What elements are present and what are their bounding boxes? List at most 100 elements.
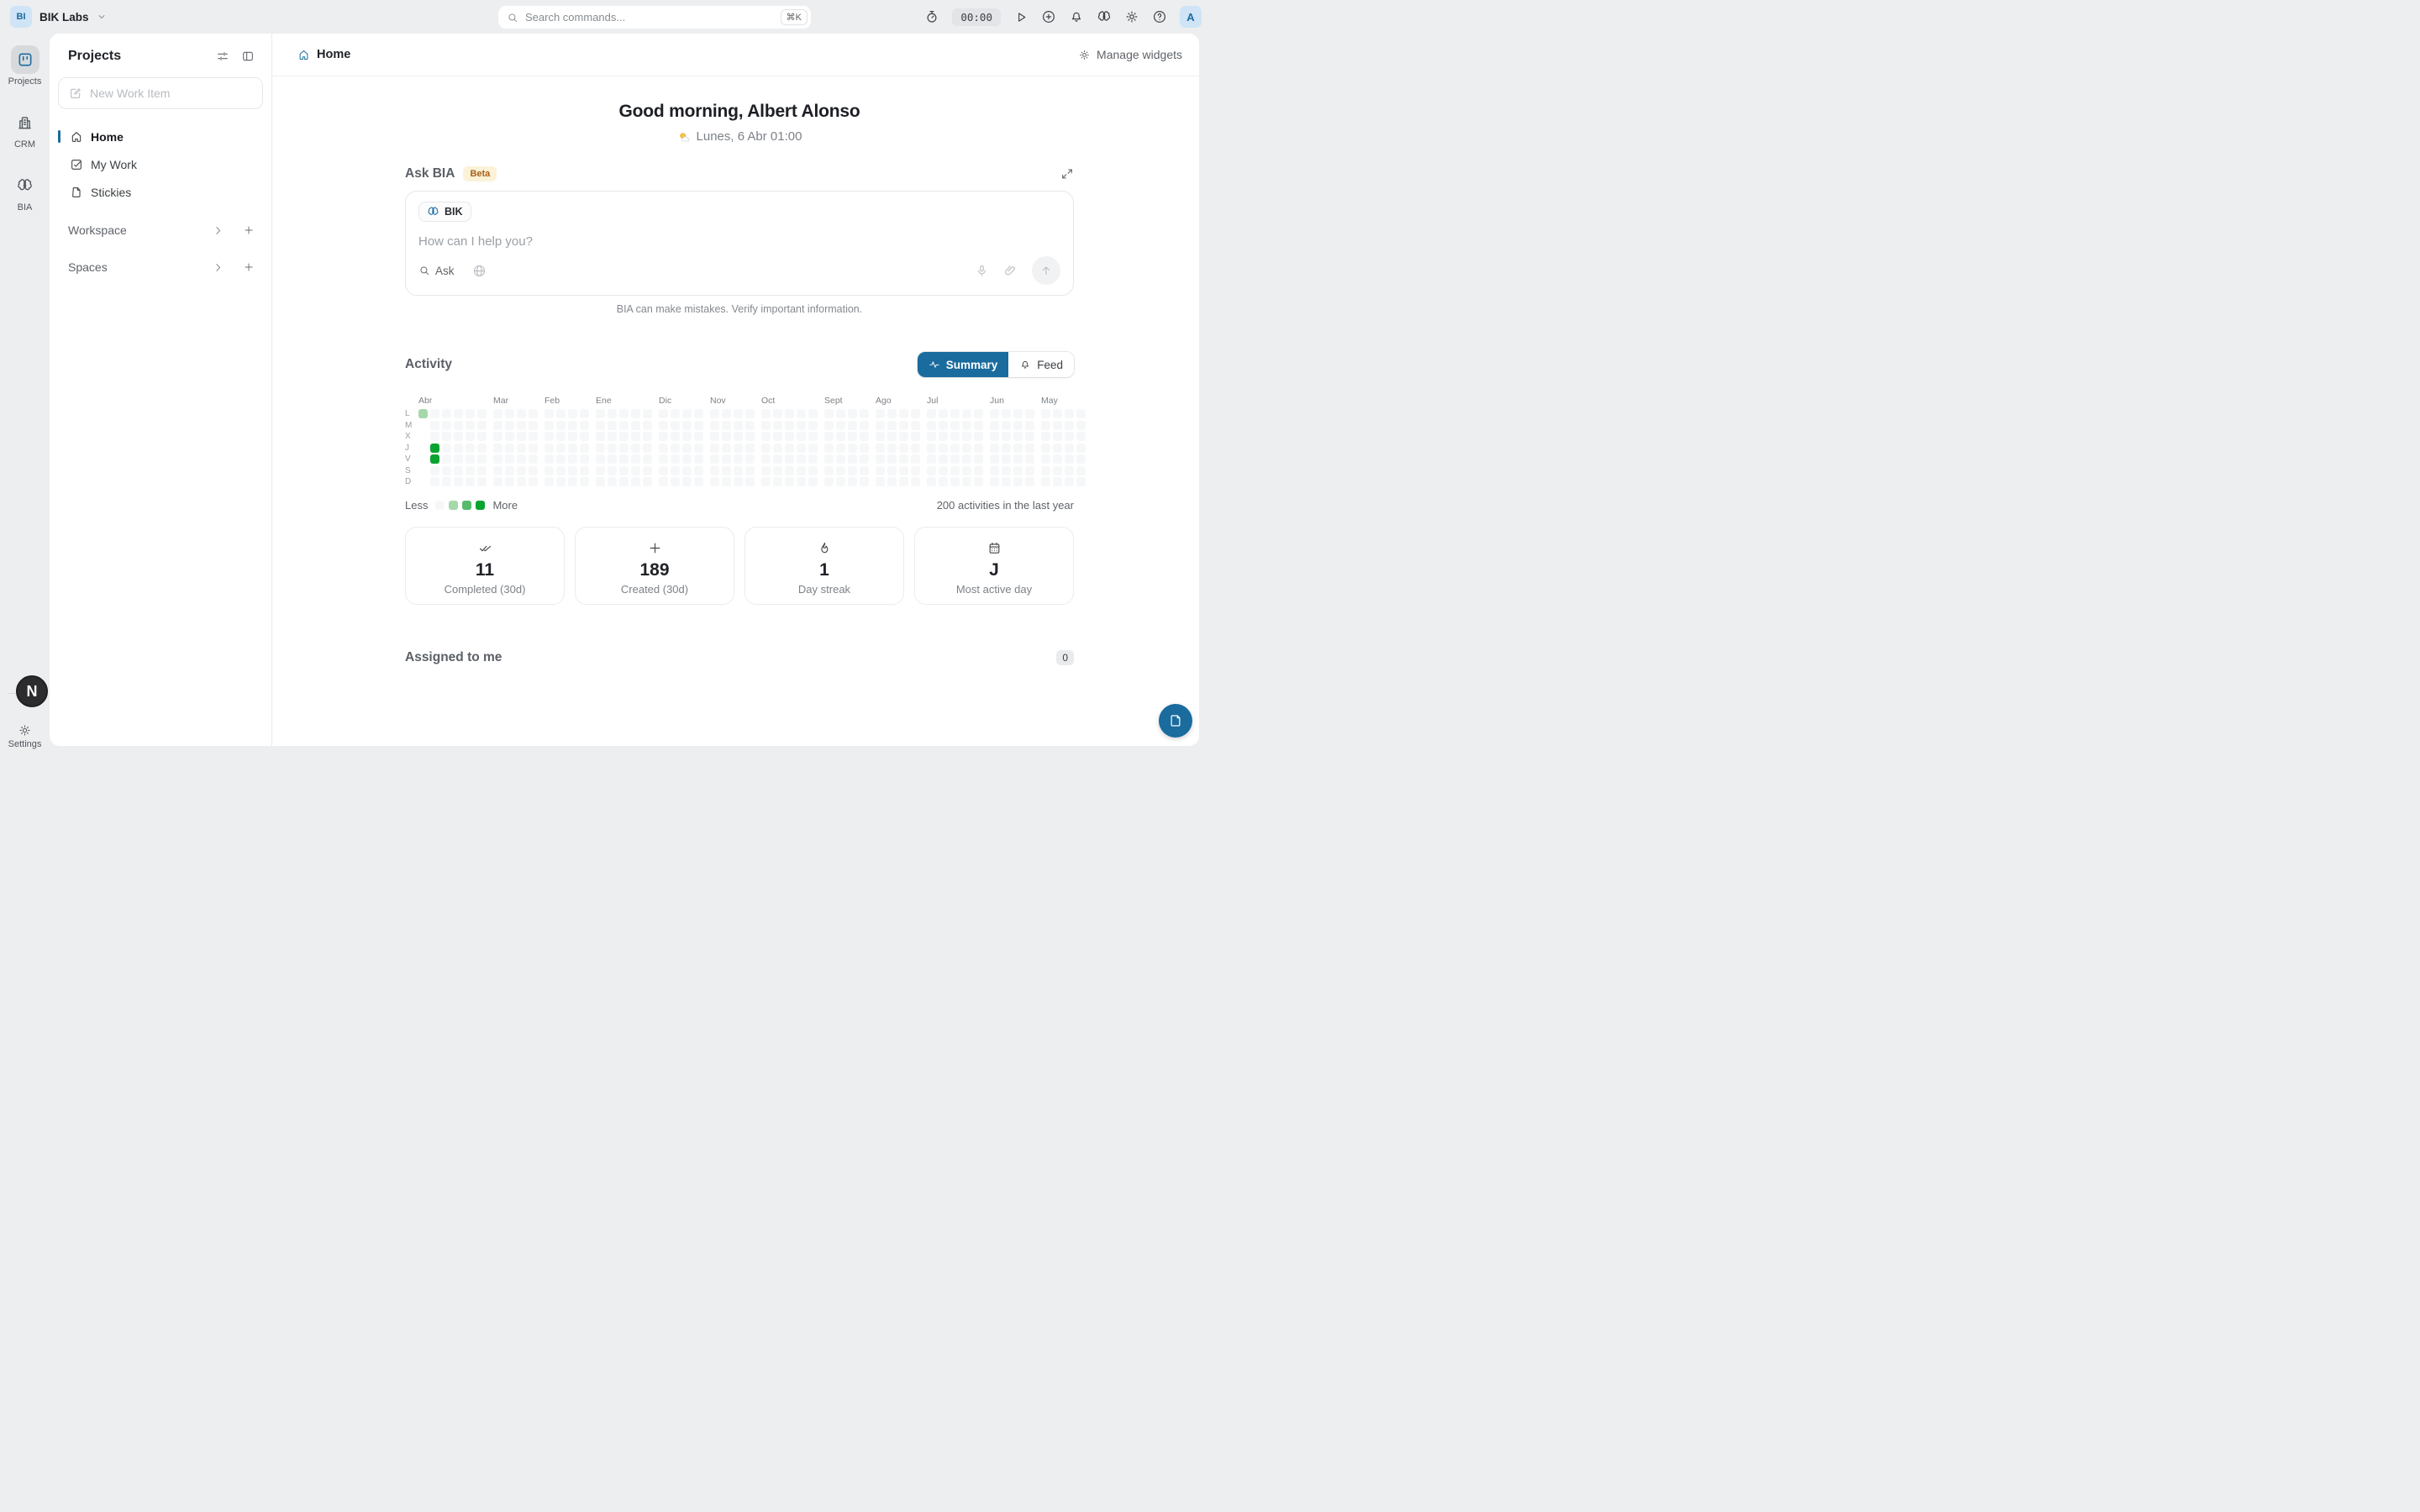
- heatmap-cell[interactable]: [990, 409, 999, 418]
- send-button[interactable]: [1032, 256, 1060, 285]
- heatmap-cell[interactable]: [596, 421, 605, 430]
- heatmap-cell[interactable]: [797, 421, 806, 430]
- heatmap-cell[interactable]: [466, 444, 475, 453]
- heatmap-cell[interactable]: [556, 454, 566, 464]
- rail-item-projects[interactable]: Projects: [8, 45, 42, 87]
- heatmap-cell[interactable]: [824, 421, 834, 430]
- heatmap-cell[interactable]: [773, 477, 782, 486]
- heatmap-cell[interactable]: [596, 454, 605, 464]
- heatmap-cell[interactable]: [962, 444, 971, 453]
- heatmap-cell[interactable]: [939, 444, 948, 453]
- timer-value[interactable]: 00:00: [952, 8, 1001, 26]
- heatmap-cell[interactable]: [505, 466, 514, 475]
- heatmap-cell[interactable]: [659, 432, 668, 441]
- heatmap-cell[interactable]: [430, 421, 439, 430]
- heatmap-cell[interactable]: [1041, 444, 1050, 453]
- heatmap-cell[interactable]: [1065, 444, 1074, 453]
- heatmap-cell[interactable]: [962, 432, 971, 441]
- heatmap-cell[interactable]: [643, 444, 652, 453]
- heatmap-cell[interactable]: [745, 454, 755, 464]
- heatmap-cell[interactable]: [659, 466, 668, 475]
- heatmap-cell[interactable]: [1041, 409, 1050, 418]
- heatmap-cell[interactable]: [477, 421, 487, 430]
- heatmap-cell[interactable]: [682, 421, 692, 430]
- chevron-right-icon[interactable]: [212, 261, 224, 273]
- heatmap-cell[interactable]: [1053, 454, 1062, 464]
- heatmap-cell[interactable]: [911, 421, 920, 430]
- heatmap-cell[interactable]: [761, 477, 771, 486]
- heatmap-cell[interactable]: [454, 454, 463, 464]
- heatmap-cell[interactable]: [608, 421, 617, 430]
- heatmap-cell[interactable]: [734, 444, 743, 453]
- heatmap-cell[interactable]: [797, 466, 806, 475]
- heatmap-cell[interactable]: [761, 409, 771, 418]
- heatmap-cell[interactable]: [580, 421, 589, 430]
- heatmap-cell[interactable]: [556, 421, 566, 430]
- heatmap-cell[interactable]: [939, 466, 948, 475]
- new-document-fab[interactable]: [1159, 704, 1192, 738]
- user-avatar[interactable]: A: [1180, 6, 1202, 28]
- heatmap-cell[interactable]: [694, 409, 703, 418]
- heatmap-cell[interactable]: [631, 466, 640, 475]
- toggle-sidebar-icon[interactable]: [241, 50, 255, 63]
- heatmap-cell[interactable]: [899, 409, 908, 418]
- heatmap-cell[interactable]: [836, 477, 845, 486]
- heatmap-cell[interactable]: [824, 477, 834, 486]
- heatmap-cell[interactable]: [962, 409, 971, 418]
- heatmap-cell[interactable]: [927, 421, 936, 430]
- heatmap-cell[interactable]: [797, 444, 806, 453]
- heatmap-cell[interactable]: [682, 454, 692, 464]
- heatmap-cell[interactable]: [950, 409, 960, 418]
- heatmap-cell[interactable]: [773, 421, 782, 430]
- heatmap-cell[interactable]: [836, 454, 845, 464]
- heatmap-cell[interactable]: [556, 477, 566, 486]
- heatmap-cell[interactable]: [643, 477, 652, 486]
- heatmap-cell[interactable]: [1053, 409, 1062, 418]
- heatmap-cell[interactable]: [899, 444, 908, 453]
- heatmap-cell[interactable]: [876, 421, 885, 430]
- heatmap-cell[interactable]: [608, 454, 617, 464]
- heatmap-cell[interactable]: [860, 409, 869, 418]
- heatmap-cell[interactable]: [887, 409, 897, 418]
- heatmap-cell[interactable]: [442, 444, 451, 453]
- heatmap-cell[interactable]: [974, 421, 983, 430]
- heatmap-cell[interactable]: [430, 432, 439, 441]
- help-icon[interactable]: [1152, 9, 1167, 24]
- heatmap-cell[interactable]: [682, 432, 692, 441]
- heatmap-cell[interactable]: [517, 421, 526, 430]
- heatmap-cell[interactable]: [694, 444, 703, 453]
- heatmap-cell[interactable]: [671, 444, 680, 453]
- heatmap-cell[interactable]: [505, 409, 514, 418]
- heatmap-cell[interactable]: [797, 409, 806, 418]
- heatmap-cell[interactable]: [1025, 421, 1034, 430]
- heatmap-cell[interactable]: [556, 444, 566, 453]
- heatmap-cell[interactable]: [808, 454, 818, 464]
- heatmap-cell[interactable]: [876, 477, 885, 486]
- search-input[interactable]: Search commands... ⌘K: [498, 6, 811, 29]
- heatmap-cell[interactable]: [1002, 466, 1011, 475]
- heatmap-cell[interactable]: [1065, 454, 1074, 464]
- heatmap-cell[interactable]: [734, 477, 743, 486]
- heatmap-cell[interactable]: [493, 444, 502, 453]
- heatmap-cell[interactable]: [808, 421, 818, 430]
- heatmap-cell[interactable]: [631, 421, 640, 430]
- heatmap-cell[interactable]: [990, 477, 999, 486]
- chevron-right-icon[interactable]: [212, 224, 224, 236]
- heatmap-cell[interactable]: [773, 432, 782, 441]
- heatmap-cell[interactable]: [619, 409, 629, 418]
- heatmap-cell[interactable]: [454, 466, 463, 475]
- heatmap-cell[interactable]: [556, 409, 566, 418]
- heatmap-cell[interactable]: [808, 444, 818, 453]
- heatmap-cell[interactable]: [962, 466, 971, 475]
- tab-feed[interactable]: Feed: [1008, 352, 1074, 377]
- heatmap-cell[interactable]: [974, 477, 983, 486]
- heatmap-cell[interactable]: [722, 466, 731, 475]
- heatmap-cell[interactable]: [454, 444, 463, 453]
- heatmap-cell[interactable]: [974, 454, 983, 464]
- heatmap-cell[interactable]: [1013, 466, 1023, 475]
- heatmap-cell[interactable]: [596, 409, 605, 418]
- heatmap-cell[interactable]: [1025, 466, 1034, 475]
- heatmap-cell[interactable]: [466, 409, 475, 418]
- heatmap-cell[interactable]: [836, 432, 845, 441]
- heatmap-cell[interactable]: [580, 432, 589, 441]
